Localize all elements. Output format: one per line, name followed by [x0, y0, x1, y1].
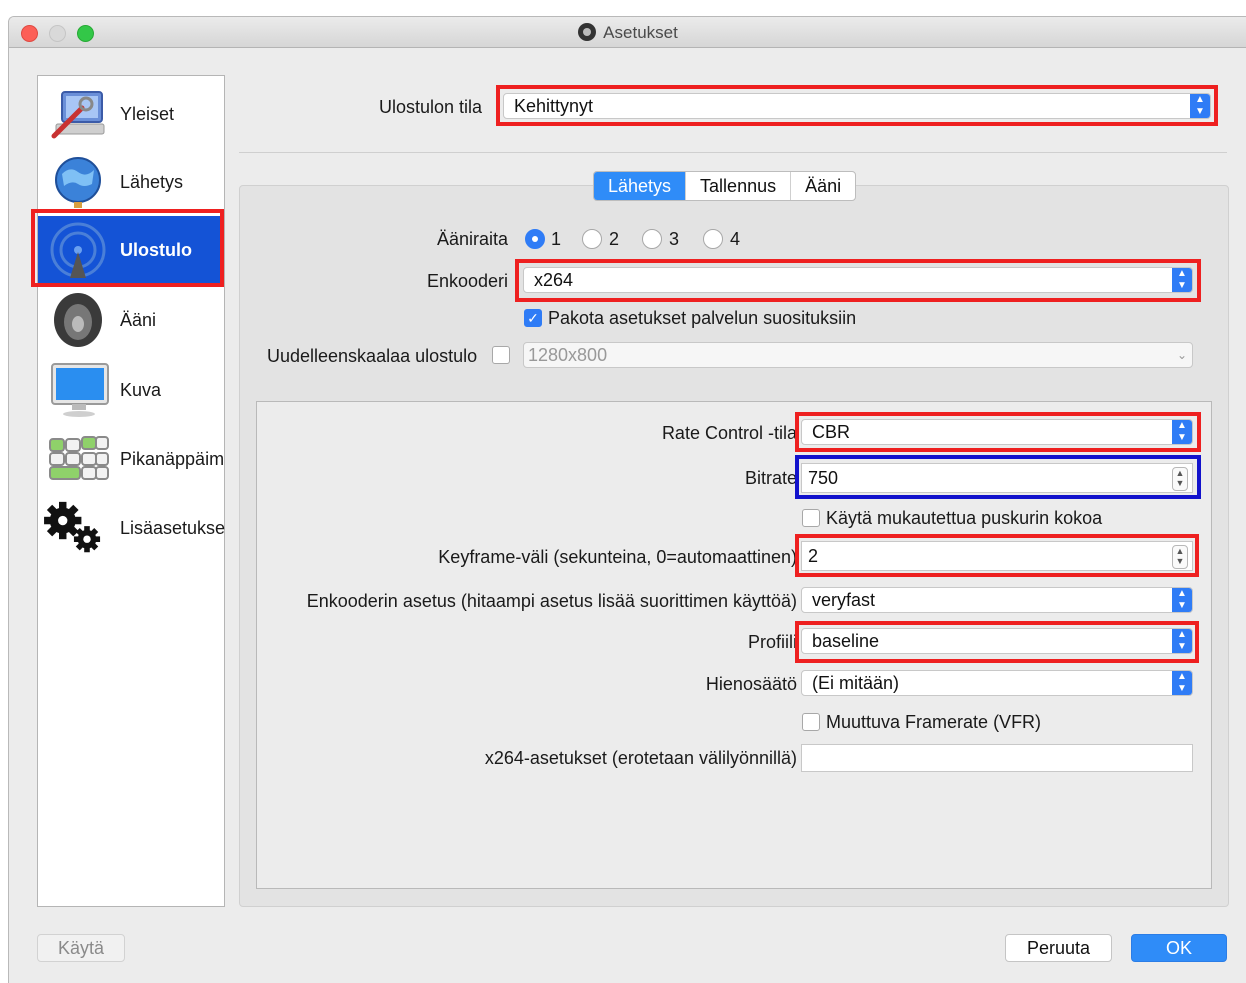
rescale-select: 1280x800 ⌄: [523, 342, 1193, 368]
rescale-value: 1280x800: [528, 345, 608, 365]
output-mode-label: Ulostulon tila: [379, 97, 483, 117]
preset-select[interactable]: veryfast ▲ ▼: [801, 587, 1193, 613]
profile-label: Profiili: [747, 632, 797, 652]
chevron-down-icon: ⌄: [1176, 348, 1188, 362]
audio-track-option-2: 2: [609, 229, 620, 249]
sidebar-item-general[interactable]: Yleiset: [38, 80, 224, 148]
x264-options-label: x264-asetukset (erotetaan välilyönnillä): [484, 748, 797, 768]
audio-track-radio-1[interactable]: [525, 229, 545, 249]
settings-window: Asetukset Yleiset Lähetys Ulostulo Ääni …: [8, 16, 1246, 983]
separator-line: [239, 152, 1227, 153]
updown-chevron-icon: ▲ ▼: [1172, 671, 1192, 695]
enforce-checkbox[interactable]: ✓: [524, 309, 542, 327]
apply-button[interactable]: Käytä: [37, 934, 125, 962]
custom-buffer-checkbox[interactable]: [802, 509, 820, 527]
sidebar-item-label: Ääni: [120, 310, 157, 330]
encoder-label: Enkooderi: [427, 271, 509, 291]
audio-track-radio-4[interactable]: [703, 229, 723, 249]
sidebar-item-hotkeys[interactable]: Pikanäppäim: [38, 425, 224, 493]
sidebar-item-label: Lähetys: [120, 172, 184, 192]
audio-track-option-1: 1: [551, 229, 562, 249]
sidebar-item-label: Pikanäppäim: [120, 449, 225, 469]
settings-sidebar: Yleiset Lähetys Ulostulo Ääni Kuva Pikan…: [37, 75, 225, 907]
enforce-label: Pakota asetukset palvelun suosituksiin: [548, 308, 857, 328]
tune-select[interactable]: (Ei mitään) ▲ ▼: [801, 670, 1193, 696]
output-tabs: Lähetys Tallennus Ääni: [593, 171, 857, 201]
keyframe-label: Keyframe-väli (sekunteina, 0=automaattin…: [438, 547, 797, 567]
vfr-checkbox[interactable]: [802, 713, 820, 731]
profile-highlight: [795, 621, 1199, 663]
preset-value: veryfast: [812, 590, 876, 610]
rescale-label: Uudelleenskaalaa ulostulo: [267, 346, 478, 366]
encoder-highlight: [515, 259, 1201, 302]
output-mode-highlight: [496, 85, 1218, 126]
tune-value: (Ei mitään): [812, 673, 900, 693]
vfr-label: Muuttuva Framerate (VFR): [826, 712, 1042, 732]
audio-track-option-4: 4: [730, 229, 741, 249]
updown-chevron-icon: ▲ ▼: [1172, 588, 1192, 612]
gears-icon: [44, 501, 101, 553]
rate-control-highlight: [795, 412, 1201, 452]
x264-options-input[interactable]: [801, 744, 1193, 772]
window-title: Asetukset: [9, 23, 1246, 43]
sidebar-item-label: Yleiset: [120, 104, 175, 124]
keyframe-highlight: [795, 534, 1199, 577]
general-settings-icon: [51, 91, 105, 139]
bitrate-highlight: [795, 455, 1201, 499]
tab-streaming[interactable]: Lähetys: [594, 172, 687, 200]
rescale-checkbox[interactable]: [492, 346, 510, 364]
sidebar-item-label: Kuva: [120, 380, 162, 400]
title-bar: Asetukset: [9, 17, 1246, 48]
rate-control-label: Rate Control -tila: [661, 423, 797, 443]
audio-track-radio-2[interactable]: [582, 229, 602, 249]
audio-track-option-3: 3: [669, 229, 680, 249]
preset-label: Enkooderin asetus (hitaampi asetus lisää…: [306, 591, 797, 611]
sidebar-item-label: Lisäasetukse: [120, 518, 226, 538]
obs-logo-icon: [578, 23, 597, 41]
bitrate-label: Bitrate: [744, 468, 797, 488]
tab-audio[interactable]: Ääni: [791, 172, 855, 200]
ok-button[interactable]: OK: [1131, 934, 1227, 962]
cancel-button[interactable]: Peruuta: [1005, 934, 1112, 962]
tab-recording[interactable]: Tallennus: [686, 172, 792, 200]
globe-icon: [55, 157, 101, 208]
sidebar-item-stream[interactable]: Lähetys: [38, 148, 224, 216]
sidebar-highlight-frame: [31, 209, 224, 287]
speaker-icon: [54, 293, 102, 347]
custom-buffer-label: Käytä mukautettua puskurin kokoa: [826, 508, 1103, 528]
keyboard-icon: [49, 436, 109, 480]
sidebar-item-advanced[interactable]: Lisäasetukse: [38, 494, 226, 562]
sidebar-item-video[interactable]: Kuva: [38, 356, 224, 424]
monitor-icon: [51, 363, 109, 417]
audio-track-radio-3[interactable]: [642, 229, 662, 249]
sidebar-item-audio[interactable]: Ääni: [38, 286, 224, 354]
audio-track-label: Ääniraita: [437, 229, 509, 249]
tune-label: Hienosäätö: [705, 674, 797, 694]
